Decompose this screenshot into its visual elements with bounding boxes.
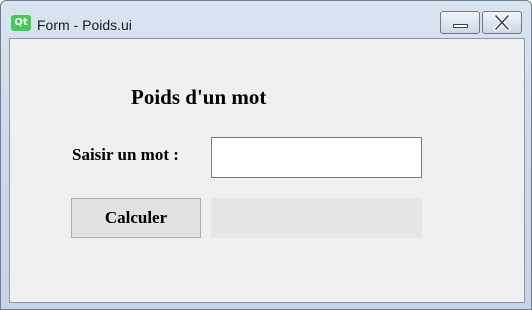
minimize-button[interactable] [440, 11, 480, 34]
title-bar[interactable]: Qt Form - Poids.ui [1, 1, 531, 39]
qt-logo-icon: Qt [11, 15, 31, 31]
form-heading: Poids d'un mot [131, 85, 267, 109]
form-body: Poids d'un mot Saisir un mot : Calculer [9, 38, 525, 303]
word-input[interactable] [211, 137, 422, 178]
close-icon [494, 14, 510, 31]
word-prompt-label: Saisir un mot : [72, 145, 179, 164]
calculate-button[interactable]: Calculer [71, 198, 201, 238]
result-display [211, 198, 422, 238]
window-title: Form - Poids.ui [37, 17, 132, 33]
close-button[interactable] [482, 11, 522, 34]
minimize-icon [453, 24, 468, 28]
app-window: Qt Form - Poids.ui Poids d'un mot Saisir… [0, 0, 532, 310]
